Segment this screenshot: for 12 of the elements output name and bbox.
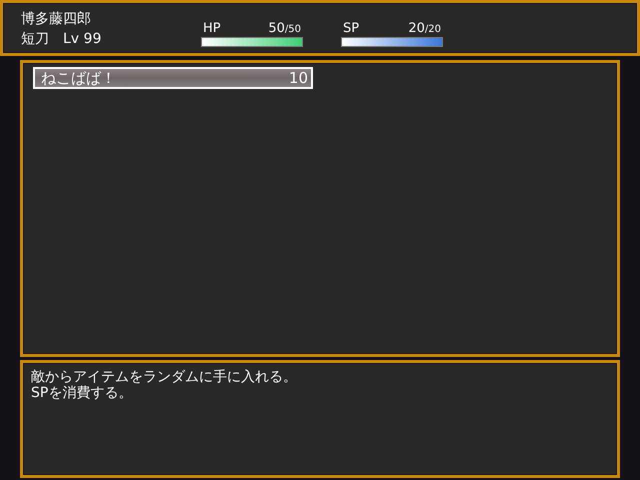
gauge-max: /50 [284, 24, 301, 35]
character-name: 博多藤四郎 [21, 10, 92, 29]
gauge-label: SP [343, 21, 360, 36]
skill-item[interactable]: ねこばば！ 10 [33, 67, 313, 89]
description-text: 敵からアイテムをランダムに手に入れる。 [31, 369, 298, 385]
level-text: Lv 99 [63, 30, 102, 49]
gauge-value: 20 [408, 21, 425, 36]
gauge-max: /20 [424, 24, 441, 35]
description-text: SPを消費する。 [31, 385, 134, 401]
gauge-label: HP [203, 21, 221, 36]
character-class: 短刀 [21, 30, 49, 49]
gauge-value: 50 [268, 21, 285, 36]
